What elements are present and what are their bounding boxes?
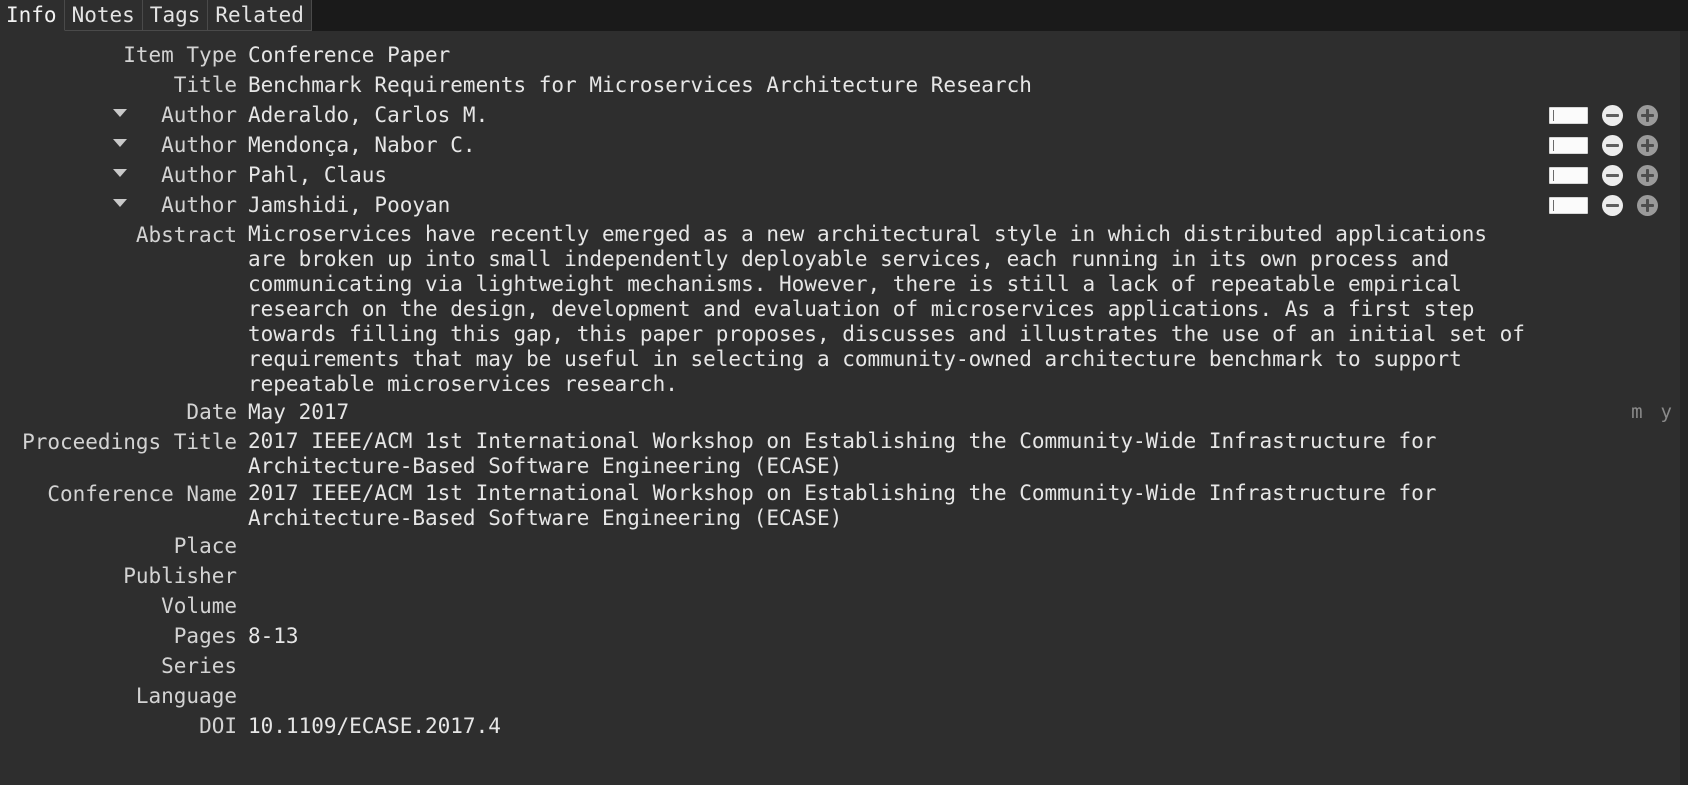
minus-circle-icon[interactable] [1602, 135, 1623, 156]
field-value[interactable]: Mendonça, Nabor C. [248, 130, 1680, 160]
item-info-pane: Item Type Conference Paper Title Benchmark … [0, 31, 1680, 785]
tab-notes[interactable]: Notes [64, 0, 143, 31]
field-label[interactable]: Series [0, 651, 237, 681]
field-value[interactable]: Conference Paper [248, 40, 1680, 70]
field-row: DOI 10.1109/ECASE.2017.4 [0, 711, 1680, 741]
author-row-controls [1549, 135, 1658, 156]
chevron-down-icon[interactable] [113, 169, 127, 177]
field-label[interactable]: Pages [0, 621, 237, 651]
field-row: Publisher [0, 561, 1680, 591]
field-value[interactable]: May 2017 [248, 397, 1680, 427]
field-row: Pages 8-13 [0, 621, 1680, 651]
author-row-controls [1549, 165, 1658, 186]
date-part-hint: y [1660, 401, 1672, 423]
field-row: Language [0, 681, 1680, 711]
field-row: Author Jamshidi, Pooyan [0, 190, 1680, 220]
chevron-down-icon[interactable] [113, 109, 127, 117]
field-value[interactable]: 2017 IEEE/ACM 1st International Workshop… [248, 427, 1680, 479]
field-value[interactable]: 2017 IEEE/ACM 1st International Workshop… [248, 479, 1680, 531]
plus-circle-icon[interactable] [1637, 135, 1658, 156]
field-row: Series [0, 651, 1680, 681]
field-label[interactable]: Date [0, 397, 237, 427]
field-label[interactable]: Item Type [0, 40, 237, 70]
tab-related[interactable]: Related [208, 0, 312, 31]
field-value[interactable] [248, 681, 1680, 706]
minus-circle-icon[interactable] [1602, 195, 1623, 216]
field-row: Conference Name 2017 IEEE/ACM 1st Interna… [0, 479, 1680, 531]
field-label[interactable]: Conference Name [0, 479, 237, 509]
tab-label: Notes [71, 2, 135, 27]
date-part-hints: my [1631, 401, 1672, 423]
plus-circle-icon[interactable] [1637, 195, 1658, 216]
field-row: Item Type Conference Paper [0, 40, 1680, 70]
author-mini-input[interactable] [1549, 197, 1588, 214]
field-row: Proceedings Title 2017 IEEE/ACM 1st Inter… [0, 427, 1680, 479]
field-value[interactable]: Pahl, Claus [248, 160, 1680, 190]
field-value[interactable] [248, 651, 1680, 676]
field-value[interactable]: 8-13 [248, 621, 1680, 651]
field-label[interactable]: DOI [0, 711, 237, 741]
field-row: Volume [0, 591, 1680, 621]
field-label[interactable]: Abstract [0, 220, 237, 250]
field-value[interactable] [248, 531, 1680, 556]
field-value[interactable] [248, 591, 1680, 616]
field-label[interactable]: Language [0, 681, 237, 711]
field-row: Date May 2017 m y [0, 397, 1680, 427]
tab-label: Tags [149, 2, 201, 27]
tab-strip: Info Notes Tags Related [0, 0, 312, 31]
field-row: Title Benchmark Requirements for Microser… [0, 70, 1680, 100]
chevron-down-icon[interactable] [113, 199, 127, 207]
field-rows: Item Type Conference Paper Title Benchmark … [0, 31, 1680, 741]
field-value[interactable]: 10.1109/ECASE.2017.4 [248, 711, 1680, 741]
vertical-scrollbar[interactable] [1680, 31, 1688, 785]
tab-tags[interactable]: Tags [142, 0, 209, 31]
field-value[interactable] [248, 561, 1680, 586]
author-mini-input[interactable] [1549, 137, 1588, 154]
field-label[interactable]: Place [0, 531, 237, 561]
author-row-controls [1549, 195, 1658, 216]
field-row: Place [0, 531, 1680, 561]
tab-label: Related [215, 2, 304, 27]
tab-info[interactable]: Info [0, 0, 65, 31]
field-label[interactable]: Publisher [0, 561, 237, 591]
author-mini-input[interactable] [1549, 167, 1588, 184]
minus-circle-icon[interactable] [1602, 165, 1623, 186]
plus-circle-icon[interactable] [1637, 165, 1658, 186]
field-value[interactable]: Aderaldo, Carlos M. [248, 100, 1680, 130]
author-row-controls [1549, 105, 1658, 126]
field-label[interactable]: Proceedings Title [0, 427, 237, 457]
minus-circle-icon[interactable] [1602, 105, 1623, 126]
tab-label: Info [6, 2, 57, 27]
field-row: Author Mendonça, Nabor C. [0, 130, 1680, 160]
field-value[interactable]: Jamshidi, Pooyan [248, 190, 1680, 220]
field-value[interactable]: Benchmark Requirements for Microservices… [248, 70, 1680, 100]
chevron-down-icon[interactable] [113, 139, 127, 147]
field-label[interactable]: Volume [0, 591, 237, 621]
field-row: Author Aderaldo, Carlos M. [0, 100, 1680, 130]
plus-circle-icon[interactable] [1637, 105, 1658, 126]
tab-bar: Info Notes Tags Related [0, 0, 1688, 31]
field-value[interactable]: Microservices have recently emerged as a… [248, 220, 1680, 397]
date-part-hint: m [1631, 401, 1643, 423]
author-mini-input[interactable] [1549, 107, 1588, 124]
field-row: Author Pahl, Claus [0, 160, 1680, 190]
field-label[interactable]: Title [0, 70, 237, 100]
field-row: Abstract Microservices have recently emer… [0, 220, 1680, 397]
